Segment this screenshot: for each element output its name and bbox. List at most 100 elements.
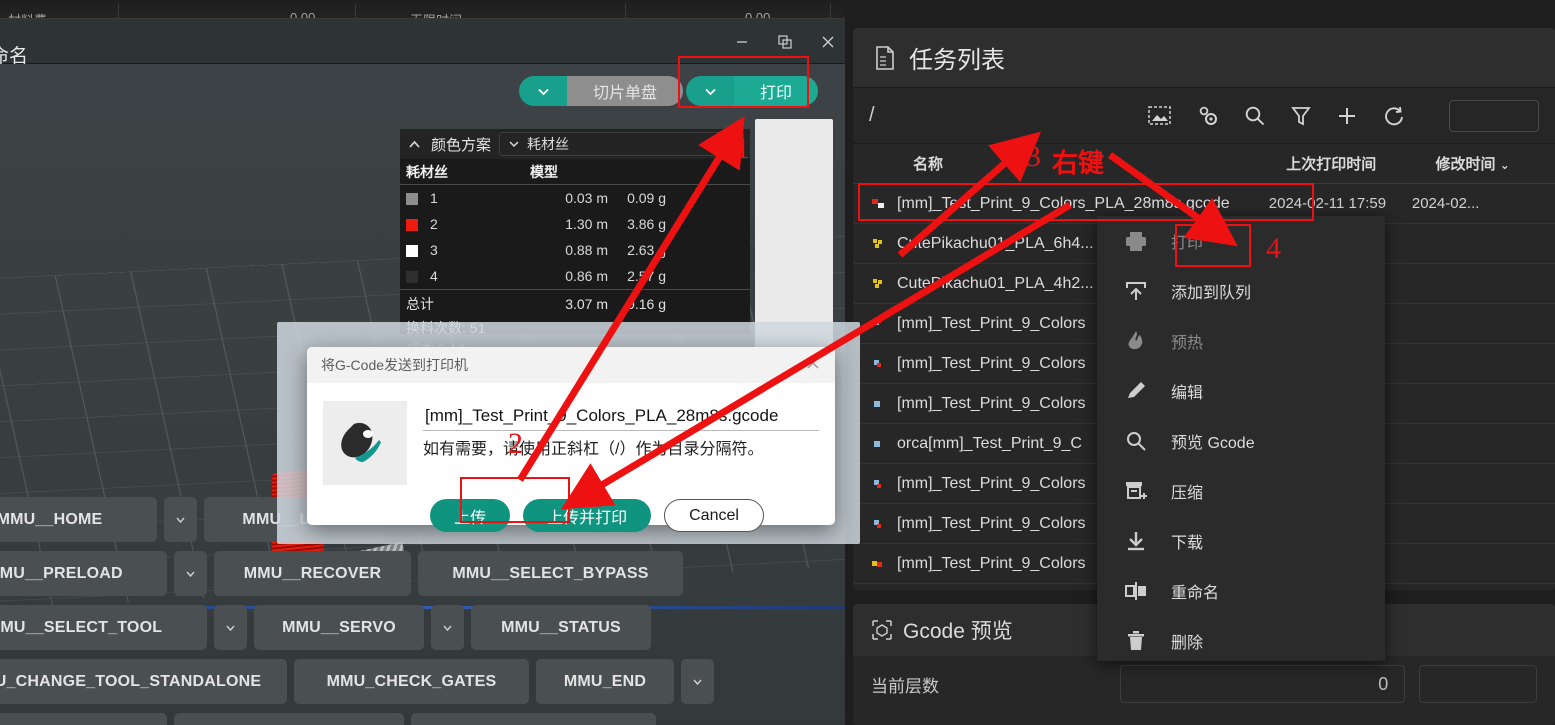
upload-and-print-button[interactable]: 上传并打印 xyxy=(523,499,652,532)
filament-table-header: 耗材丝 模型 xyxy=(400,159,750,185)
macro-dropdown[interactable] xyxy=(214,605,247,650)
task-list-title: 任务列表 xyxy=(909,47,1005,74)
macro-button-mmu-servo[interactable]: MMU__SERVO xyxy=(254,605,424,650)
gcode-thumb-icon xyxy=(869,557,887,571)
plus-icon[interactable] xyxy=(1335,104,1359,128)
macro-button-mmu-check-gates[interactable]: MMU_CHECK_GATES xyxy=(294,659,529,704)
macro-row: MMU__PRELOAD MMU__RECOVER MMU__SELECT_BY… xyxy=(0,551,862,596)
filament-length: 0.86 m xyxy=(565,268,608,284)
gcode-thumb-icon xyxy=(869,197,887,211)
orca-slicer-logo-icon xyxy=(341,422,381,462)
current-layer-label: 当前层数 xyxy=(871,676,939,696)
file-document-icon xyxy=(876,45,894,70)
toolbar-icons xyxy=(1147,99,1539,132)
search-icon[interactable] xyxy=(1243,104,1267,128)
context-menu-item-print[interactable]: 打印 xyxy=(1097,216,1385,266)
file-name: [mm]_Test_Print_9_Colors xyxy=(897,314,1086,332)
search-input[interactable] xyxy=(1449,99,1539,132)
file-modified: 2024-02... xyxy=(1411,195,1480,212)
annotation-number-3: 3 xyxy=(1026,140,1041,173)
macro-button-mmu-home[interactable]: MMU__HOME xyxy=(0,497,157,542)
macro-button-mmu-status[interactable]: MMU__STATUS xyxy=(471,605,651,650)
macro-dropdown[interactable] xyxy=(431,605,464,650)
breadcrumb-path[interactable]: / xyxy=(869,104,1147,127)
color-scheme-title: 颜色方案 xyxy=(431,136,492,154)
macro-button-mmu-recover[interactable]: MMU__RECOVER xyxy=(214,551,411,596)
filament-total-row: 总计 3.07 m 9.16 g xyxy=(400,289,750,317)
gcode-thumb-icon xyxy=(869,237,887,251)
filament-weight: 2.63 g xyxy=(627,242,666,258)
dialog-body: 如有需要，请使用正斜杠（/）作为目录分隔符。 xyxy=(307,383,835,485)
filter-icon[interactable] xyxy=(1289,104,1313,128)
macro-button-mmu-select-tool[interactable]: MMU__SELECT_TOOL xyxy=(0,605,207,650)
filament-index: 2 xyxy=(430,216,438,232)
upload-button[interactable]: 上传 xyxy=(430,499,511,532)
column-modified[interactable]: 修改时间 ⌄ xyxy=(1436,153,1555,174)
print-dropdown-arrow[interactable] xyxy=(686,76,734,106)
filament-swatch xyxy=(406,193,418,206)
add-to-queue-icon xyxy=(1123,280,1149,302)
settings-gears-icon[interactable] xyxy=(1195,104,1221,128)
file-name: CutePikachu01_PLA_4h2... xyxy=(897,274,1094,292)
filament-row: 2 1.30 m 3.86 g xyxy=(400,211,750,237)
context-menu-item-compress[interactable]: 压缩 xyxy=(1097,466,1385,516)
annotation-text-right-click: 右键 xyxy=(1052,148,1105,178)
cancel-button[interactable]: Cancel xyxy=(664,499,764,532)
task-list-header: 任务列表 xyxy=(853,28,1555,88)
filament-row: 1 0.03 m 0.09 g xyxy=(400,185,750,211)
pencil-icon xyxy=(1123,380,1149,402)
sort-chevron-down-icon: ⌄ xyxy=(1499,158,1510,172)
macro-dropdown[interactable] xyxy=(174,551,207,596)
column-last-print[interactable]: 上次打印时间 xyxy=(1286,153,1435,174)
filament-index: 3 xyxy=(430,242,438,258)
filename-input[interactable] xyxy=(423,401,819,431)
filament-swatch xyxy=(406,219,418,232)
layer-secondary-input[interactable] xyxy=(1419,665,1537,703)
context-menu-item-preheat[interactable]: 预热 xyxy=(1097,316,1385,366)
macro-button-mmu-start-check[interactable]: MMU_START_CHECK xyxy=(411,713,656,725)
context-menu-item-download[interactable]: 下载 xyxy=(1097,516,1385,566)
context-menu-item-delete[interactable]: 删除 xyxy=(1097,616,1385,666)
slice-button-label[interactable]: 切片单盘 xyxy=(567,76,684,106)
macro-dropdown[interactable] xyxy=(164,497,197,542)
minimize-button[interactable] xyxy=(722,19,762,64)
print-button-label[interactable]: 打印 xyxy=(734,76,819,106)
print-split-button[interactable]: 打印 xyxy=(686,76,819,106)
thumbnail-icon[interactable] xyxy=(1147,104,1173,128)
context-menu-item-edit[interactable]: 编辑 xyxy=(1097,366,1385,416)
macro-button-mmu-remap-ttg[interactable]: MMU_REMAP_TTG xyxy=(174,713,404,725)
close-button[interactable] xyxy=(808,19,848,64)
context-menu-item-preview-gcode[interactable]: 预览 Gcode xyxy=(1097,416,1385,466)
macro-row: MMU__SELECT_TOOL MMU__SERVO MMU__STATUS xyxy=(0,605,862,650)
restore-button[interactable] xyxy=(765,19,805,64)
column-modified-label: 修改时间 xyxy=(1435,156,1496,173)
macro-button-mmu-select-bypass[interactable]: MMU__SELECT_BYPASS xyxy=(418,551,683,596)
gcode-thumb-icon xyxy=(869,397,887,411)
context-menu-label: 重命名 xyxy=(1171,585,1220,602)
refresh-icon[interactable] xyxy=(1381,104,1405,128)
macro-button-mmu-form-tip[interactable]: MMU_FORM_TIP xyxy=(0,713,167,725)
chevron-up-icon[interactable] xyxy=(406,136,423,153)
slice-dropdown-arrow[interactable] xyxy=(519,76,567,106)
context-menu-item-rename[interactable]: 重命名 xyxy=(1097,566,1385,616)
color-scheme-select[interactable]: 耗材丝 xyxy=(499,132,744,156)
chevron-down-icon xyxy=(509,141,519,148)
col-filament: 耗材丝 xyxy=(406,163,448,180)
macro-row: MMU_CHANGE_TOOL_STANDALONE MMU_CHECK_GAT… xyxy=(0,659,862,704)
trash-icon xyxy=(1123,630,1149,652)
dialog-close-button[interactable] xyxy=(805,355,821,376)
current-layer-input[interactable]: 0 xyxy=(1120,665,1406,703)
macro-button-mmu-preload[interactable]: MMU__PRELOAD xyxy=(0,551,167,596)
chevron-down-icon xyxy=(443,625,452,632)
file-name: orca[mm]_Test_Print_9_C xyxy=(897,434,1082,452)
minimize-icon xyxy=(737,40,747,43)
file-last-print: 2024-02-11 17:59 xyxy=(1268,195,1387,212)
slicer-toolbar: 切片单盘 打印 xyxy=(0,64,845,119)
slice-split-button[interactable]: 切片单盘 xyxy=(519,76,684,106)
close-icon xyxy=(807,357,819,368)
context-menu-item-add-to-queue[interactable]: 添加到队列 xyxy=(1097,266,1385,316)
macro-button-mmu-change-tool-standalone[interactable]: MMU_CHANGE_TOOL_STANDALONE xyxy=(0,659,287,704)
macro-dropdown[interactable] xyxy=(681,659,714,704)
macro-button-mmu-end[interactable]: MMU_END xyxy=(536,659,674,704)
gcode-thumb-icon xyxy=(869,277,887,291)
